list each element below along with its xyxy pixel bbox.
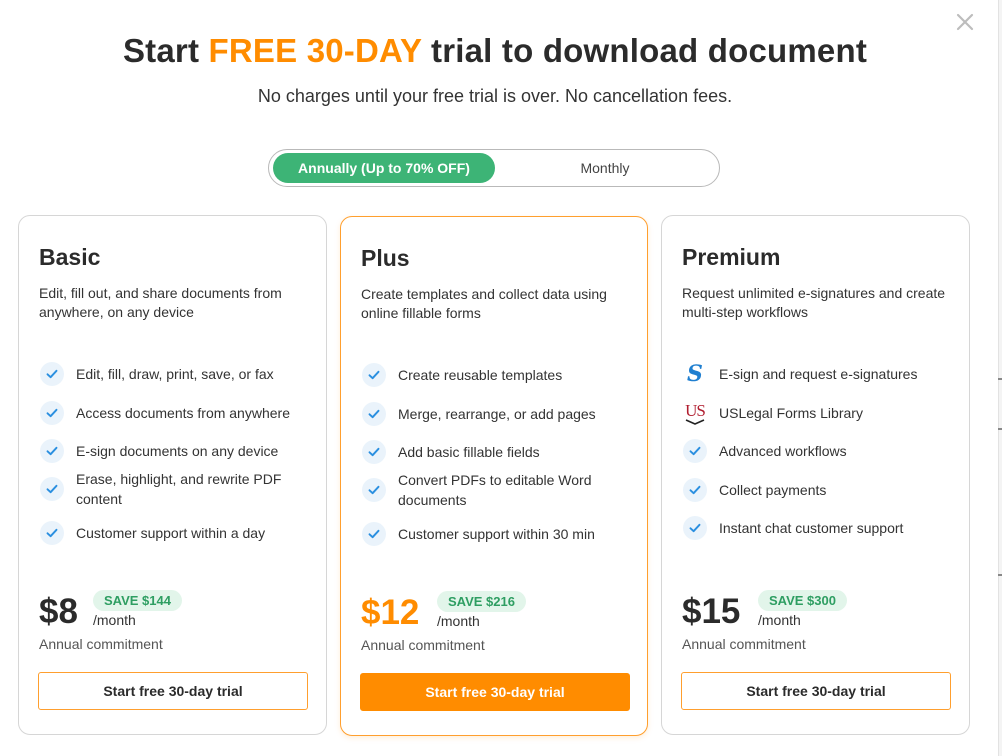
- plan-card-premium: Premium Request unlimited e-signatures a…: [661, 215, 970, 735]
- feature-item: Convert PDFs to editable Word documents: [361, 470, 641, 510]
- background-divider: [998, 574, 1002, 576]
- plan-description: Edit, fill out, and share documents from…: [39, 285, 282, 320]
- title-suffix: trial to download document: [421, 32, 868, 69]
- feature-item: Collect payments: [682, 477, 962, 503]
- feature-item: Instant chat customer support: [682, 515, 962, 541]
- feature-item: Erase, highlight, and rewrite PDF conten…: [39, 469, 319, 509]
- feature-item: Create reusable templates: [361, 362, 641, 388]
- feature-text: Customer support within 30 min: [398, 526, 595, 542]
- check-icon: [39, 438, 65, 464]
- plan-card-plus: Plus Create templates and collect data u…: [340, 216, 648, 736]
- feature-text: Add basic fillable fields: [398, 444, 540, 460]
- feature-item: Edit, fill, draw, print, save, or fax: [39, 361, 319, 387]
- close-button[interactable]: [955, 12, 975, 32]
- check-icon: [682, 477, 708, 503]
- feature-text: Merge, rearrange, or add pages: [398, 406, 596, 422]
- plan-card-basic: Basic Edit, fill out, and share document…: [18, 215, 327, 735]
- save-badge: SAVE $144: [93, 590, 182, 611]
- uslegal-logo-text: US: [685, 400, 706, 420]
- feature-item: E-sign documents on any device: [39, 438, 319, 464]
- plan-price: $12: [361, 593, 420, 632]
- start-trial-button-premium[interactable]: Start free 30-day trial: [681, 672, 951, 710]
- feature-item: Merge, rearrange, or add pages: [361, 401, 641, 427]
- commitment-note: Annual commitment: [682, 636, 806, 652]
- feature-item: Advanced workflows: [682, 438, 962, 464]
- feature-item: Customer support within a day: [39, 520, 319, 546]
- feature-text: Customer support within a day: [76, 525, 266, 541]
- save-badge: SAVE $300: [758, 590, 847, 611]
- price-block: $15 SAVE $300 /month Annual commitment: [682, 588, 962, 658]
- feature-text: Instant chat customer support: [719, 520, 904, 536]
- toggle-annually[interactable]: Annually (Up to 70% OFF): [273, 153, 495, 183]
- plan-name: Basic: [39, 244, 101, 270]
- feature-text: Access documents from anywhere: [76, 405, 290, 421]
- check-icon: [361, 477, 387, 503]
- title-highlight: FREE 30-DAY: [208, 32, 422, 69]
- feature-item: Add basic fillable fields: [361, 439, 641, 465]
- feature-item: S E-sign and request e-signatures: [682, 361, 962, 387]
- price-block: $12 SAVE $216 /month Annual commitment: [361, 589, 641, 659]
- plan-price: $15: [682, 592, 741, 631]
- feature-text: Convert PDFs to editable Word documents: [398, 472, 592, 508]
- price-period: /month: [758, 612, 801, 628]
- check-icon: [361, 362, 387, 388]
- price-block: $8 SAVE $144 /month Annual commitment: [39, 588, 319, 658]
- start-trial-button-plus[interactable]: Start free 30-day trial: [360, 673, 630, 711]
- check-icon: [39, 400, 65, 426]
- plan-description: Create templates and collect data using …: [361, 286, 607, 321]
- background-divider: [998, 428, 1002, 430]
- price-period: /month: [437, 613, 480, 629]
- check-icon: [361, 521, 387, 547]
- price-period: /month: [93, 612, 136, 628]
- feature-text: Create reusable templates: [398, 367, 563, 383]
- feature-item: Customer support within 30 min: [361, 521, 641, 547]
- check-icon: [361, 439, 387, 465]
- check-icon: [682, 515, 708, 541]
- feature-text: Advanced workflows: [719, 443, 847, 459]
- title-prefix: Start: [122, 32, 209, 69]
- check-icon: [39, 476, 65, 502]
- feature-text: E-sign documents on any device: [76, 443, 279, 459]
- background-divider: [998, 378, 1002, 380]
- uslegal-logo-icon: US: [682, 400, 708, 426]
- feature-text: E-sign and request e-signatures: [719, 366, 918, 382]
- check-icon: [361, 401, 387, 427]
- check-icon: [39, 361, 65, 387]
- billing-period-toggle[interactable]: Annually (Up to 70% OFF) Monthly: [268, 149, 720, 187]
- toggle-monthly[interactable]: Monthly: [497, 153, 713, 183]
- start-trial-button-basic[interactable]: Start free 30-day trial: [38, 672, 308, 710]
- page-title: Start FREE 30-DAY trial to download docu…: [0, 32, 990, 70]
- commitment-note: Annual commitment: [361, 637, 485, 653]
- plan-name: Plus: [361, 245, 410, 271]
- feature-item: US USLegal Forms Library: [682, 400, 962, 426]
- feature-text: Edit, fill, draw, print, save, or fax: [76, 366, 274, 382]
- plan-description: Request unlimited e-signatures and creat…: [682, 285, 946, 320]
- esign-icon: S: [687, 361, 703, 387]
- check-icon: [39, 520, 65, 546]
- close-icon: [956, 13, 974, 31]
- save-badge: SAVE $216: [437, 591, 526, 612]
- commitment-note: Annual commitment: [39, 636, 163, 652]
- plan-name: Premium: [682, 244, 781, 270]
- page-subtitle: No charges until your free trial is over…: [257, 86, 733, 106]
- feature-text: USLegal Forms Library: [719, 405, 863, 421]
- plan-price: $8: [39, 592, 78, 631]
- feature-text: Collect payments: [719, 482, 827, 498]
- feature-item: Access documents from anywhere: [39, 400, 319, 426]
- feature-text: Erase, highlight, and rewrite PDF conten…: [76, 471, 282, 507]
- check-icon: [682, 438, 708, 464]
